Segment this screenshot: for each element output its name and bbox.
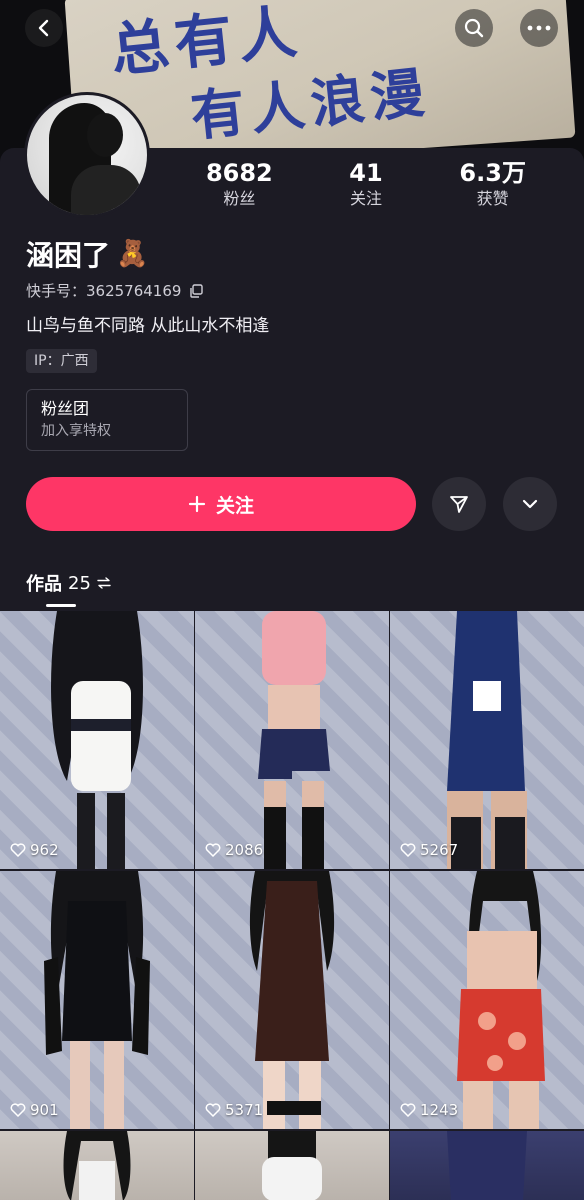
works-count: 25 [68, 572, 91, 594]
kuaishou-id-row: 快手号：3625764169 [26, 280, 204, 301]
switch-arrows-icon[interactable] [97, 577, 111, 589]
more-dots-icon [527, 25, 551, 31]
follow-button[interactable]: 关注 [26, 477, 416, 531]
teddy-bear-icon: 🧸 [116, 239, 149, 269]
work-thumbnail[interactable]: 962 [0, 611, 194, 869]
work-thumbnail[interactable]: 5267 [390, 611, 584, 869]
copy-icon[interactable] [189, 283, 204, 298]
ip-location-tag: IP：广西 [26, 349, 97, 373]
like-count-value: 962 [30, 841, 59, 859]
heart-icon [10, 843, 26, 857]
fan-club-title: 粉丝团 [41, 399, 90, 418]
back-button[interactable] [25, 9, 63, 47]
heart-icon [10, 1103, 26, 1117]
heart-icon [205, 1103, 221, 1117]
work-thumbnail[interactable] [390, 1131, 584, 1200]
stats-row: 8682 粉丝 41 关注 6.3万 获赞 [176, 158, 556, 210]
like-count-value: 1243 [420, 1101, 459, 1119]
work-thumbnail[interactable] [195, 1131, 389, 1200]
stat-followers[interactable]: 8682 粉丝 [176, 158, 303, 210]
heart-icon [205, 843, 221, 857]
like-count: 2086 [205, 841, 263, 859]
kuaishou-id: 快手号：3625764169 [26, 282, 182, 300]
work-thumbnail[interactable]: 5371 [195, 871, 389, 1129]
like-count-value: 5371 [225, 1101, 264, 1119]
chevron-down-icon [522, 499, 538, 509]
work-thumbnail[interactable]: 901 [0, 871, 194, 1129]
stat-value: 8682 [205, 159, 273, 187]
like-count: 901 [10, 1101, 59, 1119]
stat-likes[interactable]: 6.3万 获赞 [429, 158, 556, 210]
like-count-value: 901 [30, 1101, 59, 1119]
like-count: 5371 [205, 1101, 263, 1119]
like-count-value: 2086 [225, 841, 264, 859]
stat-value: 41 [349, 159, 383, 187]
stat-label: 获赞 [476, 189, 509, 208]
search-icon [464, 18, 484, 38]
stat-label: 粉丝 [223, 189, 256, 208]
stat-value: 6.3万 [459, 159, 526, 187]
search-button[interactable] [455, 9, 493, 47]
fan-club-card[interactable]: 粉丝团 加入享特权 [26, 389, 188, 451]
nickname-text: 涵困了 [26, 239, 111, 272]
chevron-left-icon [38, 19, 49, 37]
fan-club-subtitle: 加入享特权 [41, 423, 111, 439]
works-grid: 962 2086 5267 901 5371 1243 [0, 611, 584, 1200]
like-count: 962 [10, 841, 59, 859]
more-button[interactable] [520, 9, 558, 47]
like-count-value: 5267 [420, 841, 459, 859]
work-thumbnail[interactable]: 1243 [390, 871, 584, 1129]
stat-following[interactable]: 41 关注 [303, 158, 430, 210]
bio: 山鸟与鱼不同路 从此山水不相逢 [26, 316, 270, 336]
follow-label: 关注 [215, 494, 254, 517]
nickname: 涵困了 🧸 [26, 234, 148, 274]
share-button[interactable] [432, 477, 486, 531]
tab-works[interactable]: 作品 25 [26, 570, 111, 596]
stat-label: 关注 [350, 189, 383, 208]
expand-button[interactable] [503, 477, 557, 531]
work-thumbnail[interactable]: 2086 [195, 611, 389, 869]
avatar[interactable] [24, 92, 150, 218]
heart-icon [400, 843, 416, 857]
like-count: 5267 [400, 841, 458, 859]
work-thumbnail[interactable] [0, 1131, 194, 1200]
like-count: 1243 [400, 1101, 458, 1119]
plus-icon [188, 495, 206, 513]
works-label: 作品 [26, 574, 62, 595]
heart-icon [400, 1103, 416, 1117]
share-send-icon [450, 496, 468, 513]
tab-underline [46, 604, 76, 607]
